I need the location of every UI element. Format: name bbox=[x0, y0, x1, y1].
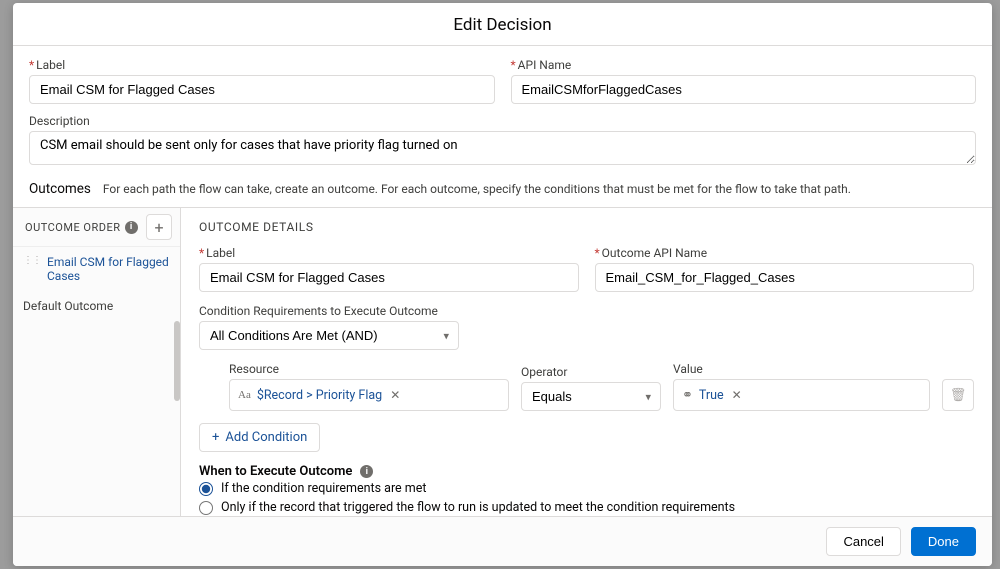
radio-updated-to-meet-input[interactable] bbox=[199, 501, 213, 515]
done-button[interactable]: Done bbox=[911, 527, 976, 556]
modal-header: Edit Decision bbox=[13, 3, 992, 46]
api-name-input[interactable] bbox=[511, 75, 977, 104]
description-input[interactable]: CSM email should be sent only for cases … bbox=[29, 131, 976, 165]
api-name-label: API Name bbox=[511, 58, 977, 72]
outcome-api-name-input[interactable] bbox=[595, 263, 975, 292]
resource-input[interactable]: Aa $Record > Priority Flag ✕ bbox=[229, 379, 509, 411]
label-input[interactable] bbox=[29, 75, 495, 104]
clear-value-icon[interactable]: ✕ bbox=[732, 388, 742, 402]
value-value: True bbox=[699, 388, 724, 403]
sidebar-item-label: Email CSM for Flagged Cases bbox=[47, 255, 170, 283]
resource-value: $Record > Priority Flag bbox=[257, 388, 382, 403]
cancel-button[interactable]: Cancel bbox=[826, 527, 900, 556]
operator-select[interactable] bbox=[521, 382, 661, 411]
add-condition-label: Add Condition bbox=[225, 430, 307, 445]
sidebar-item-default-outcome[interactable]: Default Outcome bbox=[13, 291, 180, 321]
cond-req-select[interactable] bbox=[199, 321, 459, 350]
outcome-order-sidebar: OUTCOME ORDER i + ⋮⋮ Email CSM for Flagg… bbox=[13, 208, 181, 516]
outcome-details-title: OUTCOME DETAILS bbox=[199, 220, 974, 234]
clear-resource-icon[interactable]: ✕ bbox=[390, 388, 400, 402]
delete-condition-button[interactable]: 🗑 bbox=[942, 379, 974, 411]
outcome-details: OUTCOME DETAILS Label Outcome API Name C… bbox=[181, 208, 992, 516]
plus-icon: + bbox=[212, 430, 219, 445]
text-icon: Aa bbox=[238, 389, 251, 401]
outcomes-title: Outcomes bbox=[29, 181, 91, 197]
radio-condition-met-input[interactable] bbox=[199, 482, 213, 496]
value-label: Value bbox=[673, 362, 930, 376]
label-label: Label bbox=[29, 58, 495, 72]
radio-updated-to-meet[interactable]: Only if the record that triggered the fl… bbox=[199, 500, 974, 515]
drag-handle-icon[interactable]: ⋮⋮ bbox=[23, 255, 41, 266]
outcome-label-input[interactable] bbox=[199, 263, 579, 292]
execute-title: When to Execute Outcome bbox=[199, 464, 352, 479]
modal-body: Label API Name Description CSM email sho… bbox=[13, 46, 992, 516]
modal-title: Edit Decision bbox=[13, 15, 992, 35]
description-label: Description bbox=[29, 114, 976, 128]
resource-label: Resource bbox=[229, 362, 509, 376]
outcome-label-label: Label bbox=[199, 246, 579, 260]
info-icon[interactable]: i bbox=[360, 465, 373, 478]
trash-icon: 🗑 bbox=[950, 388, 967, 403]
add-condition-button[interactable]: + Add Condition bbox=[199, 423, 320, 452]
radio-condition-met[interactable]: If the condition requirements are met bbox=[199, 481, 974, 496]
add-outcome-button[interactable]: + bbox=[146, 214, 172, 240]
link-icon: ⚭ bbox=[682, 388, 693, 403]
modal-footer: Cancel Done bbox=[13, 516, 992, 566]
operator-label: Operator bbox=[521, 365, 661, 379]
outcomes-header: Outcomes For each path the flow can take… bbox=[29, 175, 976, 197]
outcome-order-title: OUTCOME ORDER bbox=[25, 221, 121, 234]
outcome-api-name-label: Outcome API Name bbox=[595, 246, 975, 260]
scrollbar[interactable] bbox=[174, 321, 180, 401]
sidebar-item-email-csm[interactable]: ⋮⋮ Email CSM for Flagged Cases bbox=[13, 247, 180, 291]
plus-icon: + bbox=[154, 218, 163, 237]
cond-req-label: Condition Requirements to Execute Outcom… bbox=[199, 304, 459, 318]
info-icon[interactable]: i bbox=[125, 221, 138, 234]
sidebar-item-label: Default Outcome bbox=[23, 299, 113, 313]
outcomes-help: For each path the flow can take, create … bbox=[103, 182, 851, 196]
edit-decision-modal: Edit Decision Label API Name Description… bbox=[13, 3, 992, 566]
value-input[interactable]: ⚭ True ✕ bbox=[673, 379, 930, 411]
